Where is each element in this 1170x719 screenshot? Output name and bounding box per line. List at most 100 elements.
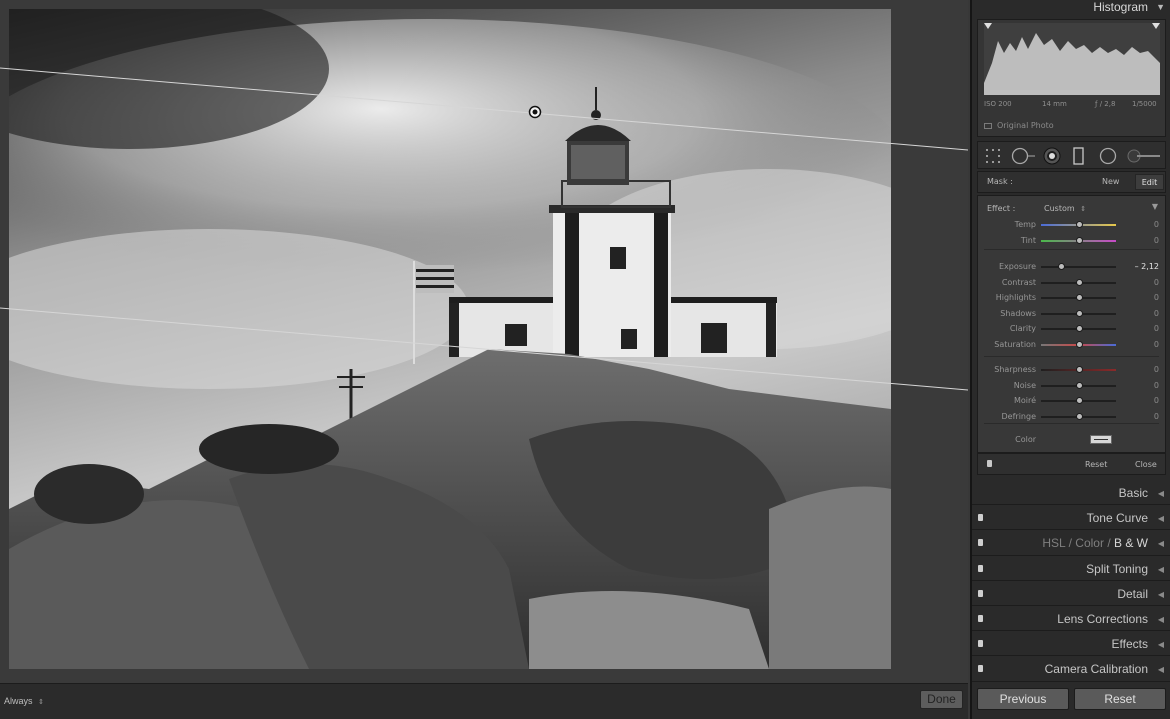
lighthouse-photo[interactable] xyxy=(9,9,891,669)
panel-toggle-switch[interactable] xyxy=(978,589,983,597)
slider-label: Shadows xyxy=(1000,308,1036,318)
slider-tint: Tint 0 xyxy=(978,234,1165,248)
slider-value[interactable]: 0 xyxy=(1154,381,1159,390)
graduated-filter-icon[interactable] xyxy=(1072,147,1086,165)
slider-track[interactable] xyxy=(1041,266,1116,268)
bottom-toolbar: Always ⇕ Done xyxy=(0,683,968,719)
image-canvas[interactable] xyxy=(0,0,968,683)
slider-label: Temp xyxy=(1014,220,1036,229)
slider-value[interactable]: – 2,12 xyxy=(1135,262,1159,271)
checkbox-icon[interactable] xyxy=(984,122,992,129)
histogram-graph[interactable] xyxy=(984,23,1160,95)
color-swatch[interactable] xyxy=(1090,435,1112,444)
slider-noise: Noise 0 xyxy=(978,379,1165,393)
effect-footer: Reset Close xyxy=(977,453,1166,475)
panel-toggle-switch[interactable] xyxy=(978,539,983,547)
slider-value[interactable]: 0 xyxy=(1154,396,1159,405)
slider-value[interactable]: 0 xyxy=(1154,293,1159,302)
expand-triangle-icon: ◀ xyxy=(1157,564,1164,574)
slider-value[interactable]: 0 xyxy=(1154,220,1159,229)
slider-knob[interactable] xyxy=(1075,412,1083,420)
slider-knob[interactable] xyxy=(1075,397,1083,404)
effect-close-button[interactable]: Close xyxy=(1135,460,1157,469)
slider-knob[interactable] xyxy=(1075,325,1083,332)
slider-knob[interactable] xyxy=(1075,340,1083,348)
spot-removal-icon[interactable] xyxy=(1011,147,1037,165)
done-button[interactable]: Done xyxy=(920,690,963,709)
slider-knob[interactable] xyxy=(1075,278,1083,286)
radial-filter-icon[interactable] xyxy=(1098,147,1118,165)
slider-value[interactable]: 0 xyxy=(1154,340,1159,349)
section-lens-corrections-label: Lens Corrections xyxy=(1057,611,1148,626)
slider-knob[interactable] xyxy=(1075,221,1083,228)
overlay-mode-select[interactable]: Always ⇕ xyxy=(4,696,44,706)
section-effects[interactable]: Effects ◀ xyxy=(972,631,1170,657)
previous-button[interactable]: Previous xyxy=(977,688,1069,710)
section-camera-calibration[interactable]: Camera Calibration ◀ xyxy=(972,656,1170,682)
tool-strip xyxy=(977,141,1166,169)
slider-value[interactable]: 0 xyxy=(1154,365,1159,374)
expand-triangle-icon: ◀ xyxy=(1157,539,1164,549)
slider-label: Exposure xyxy=(998,262,1036,271)
mask-edit-button[interactable]: Edit xyxy=(1135,174,1164,190)
expand-triangle-icon: ◀ xyxy=(1157,489,1164,498)
slider-sharpness: Sharpness 0 xyxy=(978,363,1165,377)
tab-bw[interactable]: B & W xyxy=(1114,536,1148,550)
effect-label: Effect : xyxy=(987,204,1016,213)
adjustment-brush-icon[interactable] xyxy=(1126,147,1162,165)
panel-toggle-switch[interactable] xyxy=(978,640,983,648)
section-effects-label: Effects xyxy=(1111,637,1148,652)
slider-knob[interactable] xyxy=(1058,263,1066,270)
slider-knob[interactable] xyxy=(1075,381,1083,389)
slider-label: Tint xyxy=(1020,235,1036,245)
section-split-toning[interactable]: Split Toning ◀ xyxy=(972,556,1170,581)
slider-label: Highlights xyxy=(995,293,1036,302)
panel-toggle-switch[interactable] xyxy=(978,614,983,622)
bottom-buttons: Previous Reset xyxy=(972,684,1170,719)
histogram-title: Histogram xyxy=(1093,0,1148,14)
mask-new-button[interactable]: New xyxy=(1102,177,1119,186)
slider-value[interactable]: 0 xyxy=(1154,412,1159,421)
slider-contrast: Contrast 0 xyxy=(978,276,1165,290)
crop-overlay-icon[interactable] xyxy=(984,147,1004,165)
section-basic[interactable]: Basic ◀ xyxy=(972,480,1170,506)
expand-triangle-icon: ◀ xyxy=(1157,640,1164,650)
divider xyxy=(984,356,1159,357)
section-detail[interactable]: Detail ◀ xyxy=(972,581,1170,606)
slider-value[interactable]: 0 xyxy=(1154,309,1159,318)
section-hsl-color-bw[interactable]: HSL / Color / B & W ◀ xyxy=(972,530,1170,556)
histogram-header[interactable]: Histogram ▼ xyxy=(972,0,1170,15)
tab-hsl[interactable]: HSL xyxy=(1042,536,1065,550)
mask-label: Mask : xyxy=(987,177,1013,186)
tab-color[interactable]: Color xyxy=(1075,536,1104,550)
effect-preset-select[interactable]: Custom ⇕ xyxy=(1044,204,1086,213)
reset-button[interactable]: Reset xyxy=(1074,688,1166,710)
slider-knob[interactable] xyxy=(1075,294,1083,301)
slider-clarity: Clarity 0 xyxy=(978,322,1165,336)
effect-color-row: Color xyxy=(978,433,1165,447)
slider-label: Moiré xyxy=(1013,396,1036,405)
panel-toggle-switch[interactable] xyxy=(978,564,983,572)
section-lens-corrections[interactable]: Lens Corrections ◀ xyxy=(972,606,1170,632)
effect-preset-value: Custom xyxy=(1044,204,1075,213)
slider-knob[interactable] xyxy=(1075,309,1083,317)
exif-iso: ISO 200 xyxy=(984,100,1012,108)
expand-triangle-icon: ◀ xyxy=(1157,589,1164,599)
panel-toggle-switch[interactable] xyxy=(978,665,983,673)
effect-reset-button[interactable]: Reset xyxy=(1085,460,1107,469)
slider-value[interactable]: 0 xyxy=(1154,236,1159,245)
slider-value[interactable]: 0 xyxy=(1154,324,1159,333)
original-photo-toggle[interactable]: Original Photo xyxy=(984,121,1054,130)
section-tone-curve[interactable]: Tone Curve ◀ xyxy=(972,505,1170,531)
panel-toggle-switch[interactable] xyxy=(987,460,992,467)
collapse-triangle-icon[interactable]: ▼ xyxy=(1152,202,1158,211)
red-eye-icon[interactable] xyxy=(1042,147,1062,165)
panel-toggle-switch[interactable] xyxy=(978,514,983,522)
tab-separator: / xyxy=(1107,536,1114,551)
slider-knob[interactable] xyxy=(1075,236,1083,244)
slider-knob[interactable] xyxy=(1075,366,1083,373)
slider-label: Sharpness xyxy=(994,365,1036,374)
mask-bar: Mask : New Edit xyxy=(977,171,1166,193)
slider-highlights: Highlights 0 xyxy=(978,291,1165,305)
slider-value[interactable]: 0 xyxy=(1154,278,1159,287)
